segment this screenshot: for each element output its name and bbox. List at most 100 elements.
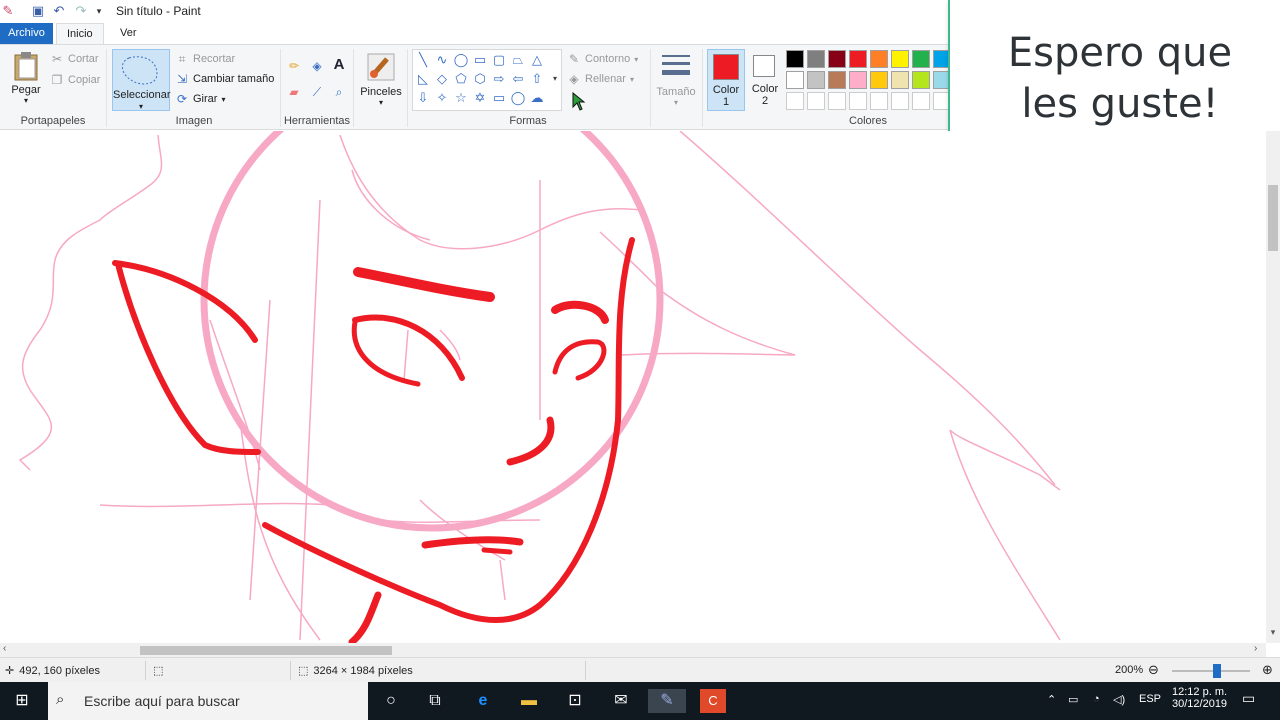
palette-color-swatch[interactable] <box>807 50 825 68</box>
arrow-up-shape-icon[interactable]: ⇧ <box>529 71 545 87</box>
customize-quick-access-icon[interactable]: ▾ <box>91 3 107 19</box>
undo-icon[interactable]: ↶ <box>51 3 67 19</box>
paste-button[interactable]: Pegar ▾ <box>8 51 44 105</box>
tab-view[interactable]: Ver <box>110 23 147 44</box>
taskbar-search-box[interactable]: ⌕ Escribe aquí para buscar <box>48 682 368 720</box>
custom-color-slot[interactable] <box>849 92 867 110</box>
palette-color-swatch[interactable] <box>786 50 804 68</box>
custom-color-slot[interactable] <box>870 92 888 110</box>
tab-home[interactable]: Inicio <box>56 23 104 44</box>
palette-color-swatch[interactable] <box>870 50 888 68</box>
hexagon-shape-icon[interactable]: ⬡ <box>472 71 488 87</box>
palette-color-swatch[interactable] <box>849 71 867 89</box>
shapes-scroll-icon[interactable]: ▾ <box>547 71 563 87</box>
palette-color-swatch[interactable] <box>870 71 888 89</box>
copy-button[interactable]: ❐ Copiar <box>50 73 101 87</box>
volume-icon[interactable]: ◁) <box>1113 693 1125 706</box>
pencil-icon[interactable]: ✏ <box>287 59 301 73</box>
task-view-icon[interactable]: ⧉ <box>423 689 447 713</box>
palette-color-swatch[interactable] <box>807 71 825 89</box>
custom-color-slot[interactable] <box>891 92 909 110</box>
crop-button[interactable]: ⌗ Recortar <box>175 52 236 66</box>
six-point-star-shape-icon[interactable]: ✡ <box>472 90 488 106</box>
scroll-left-icon[interactable]: ‹ <box>3 643 6 654</box>
palette-color-swatch[interactable] <box>849 50 867 68</box>
custom-color-slot[interactable] <box>786 92 804 110</box>
callout-rect-shape-icon[interactable]: ▭ <box>491 90 507 106</box>
five-point-star-shape-icon[interactable]: ☆ <box>453 90 469 106</box>
text-tool-icon[interactable]: A <box>332 57 346 72</box>
four-point-star-shape-icon[interactable]: ✧ <box>434 90 450 106</box>
show-hidden-icons-icon[interactable]: ⌃ <box>1047 693 1056 706</box>
palette-color-swatch[interactable] <box>786 71 804 89</box>
save-icon[interactable]: ▣ <box>30 3 46 19</box>
palette-color-swatch[interactable] <box>891 50 909 68</box>
scroll-down-icon[interactable]: ▾ <box>1266 627 1280 638</box>
resize-button[interactable]: ⇲ Cambiar tamaño <box>175 72 274 86</box>
callout-oval-shape-icon[interactable]: ◯ <box>510 90 526 106</box>
cloud-shape-icon[interactable]: ☁ <box>529 90 545 106</box>
rectangle-shape-icon[interactable]: ▭ <box>472 52 488 68</box>
pentagon-shape-icon[interactable]: ⬠ <box>453 71 469 87</box>
windows-start-icon[interactable]: ⊞ <box>10 689 34 713</box>
arrow-left-shape-icon[interactable]: ⇦ <box>510 71 526 87</box>
vertical-scroll-thumb[interactable] <box>1268 185 1278 251</box>
magnifier-icon[interactable]: ⌕ <box>332 85 346 99</box>
right-triangle-shape-icon[interactable]: ◺ <box>415 71 431 87</box>
scroll-right-icon[interactable]: › <box>1254 643 1257 654</box>
cut-button[interactable]: ✂ Cortar <box>50 52 99 66</box>
color2-button[interactable]: Color 2 <box>747 49 783 111</box>
custom-color-slot[interactable] <box>912 92 930 110</box>
diamond-shape-icon[interactable]: ◇ <box>434 71 450 87</box>
select-button[interactable]: Seleccionar ▾ <box>112 49 170 111</box>
palette-color-swatch[interactable] <box>891 71 909 89</box>
triangle-shape-icon[interactable]: △ <box>529 52 545 68</box>
rounded-rectangle-shape-icon[interactable]: ▢ <box>491 52 507 68</box>
camtasia-icon[interactable]: C <box>700 689 726 713</box>
custom-color-slot[interactable] <box>807 92 825 110</box>
outline-button[interactable]: ✎ Contorno ▾ <box>567 52 638 66</box>
color1-button[interactable]: Color 1 <box>707 49 745 111</box>
store-icon[interactable]: ⊡ <box>563 689 587 713</box>
eraser-icon[interactable]: ▰ <box>287 85 301 99</box>
zoom-out-icon[interactable]: ⊖ <box>1148 662 1159 678</box>
palette-color-swatch[interactable] <box>828 50 846 68</box>
edge-browser-icon[interactable]: e <box>471 689 495 713</box>
polygon-shape-icon[interactable]: ⏢ <box>510 52 526 68</box>
fill-button[interactable]: ◈ Rellenar ▾ <box>567 72 634 86</box>
cortana-icon[interactable]: ○ <box>379 689 403 713</box>
custom-color-slot[interactable] <box>828 92 846 110</box>
input-language[interactable]: ESP <box>1139 693 1161 705</box>
file-explorer-icon[interactable]: ▬ <box>517 689 541 713</box>
wifi-icon[interactable]: ◔ <box>1093 693 1100 705</box>
tab-file[interactable]: Archivo <box>0 23 53 44</box>
chevron-down-icon: ▾ <box>629 74 634 84</box>
palette-color-swatch[interactable] <box>912 50 930 68</box>
palette-color-swatch[interactable] <box>828 71 846 89</box>
battery-icon[interactable]: ▭ <box>1068 693 1078 706</box>
line-shape-icon[interactable]: ╲ <box>415 52 431 68</box>
color-picker-icon[interactable]: ⟋ <box>310 85 324 99</box>
paint-taskbar-icon[interactable]: ✎ <box>648 689 686 713</box>
fill-bucket-icon[interactable]: ◈ <box>310 59 324 73</box>
brushes-button[interactable]: Pinceles ▾ <box>358 51 404 107</box>
mail-icon[interactable]: ✉ <box>609 689 633 713</box>
action-center-icon[interactable]: ▭ <box>1242 690 1255 707</box>
drawing-canvas[interactable] <box>0 131 1266 643</box>
palette-color-swatch[interactable] <box>912 71 930 89</box>
size-button[interactable]: Tamaño ▾ <box>654 51 698 107</box>
arrow-down-shape-icon[interactable]: ⇩ <box>415 90 431 106</box>
arrow-right-shape-icon[interactable]: ⇨ <box>491 71 507 87</box>
outline-icon: ✎ <box>568 52 580 66</box>
vertical-scrollbar[interactable]: ▾ <box>1266 131 1280 643</box>
clock[interactable]: 12:12 p. m. 30/12/2019 <box>1172 686 1227 710</box>
zoom-in-icon[interactable]: ⊕ <box>1262 662 1273 678</box>
oval-shape-icon[interactable]: ◯ <box>453 52 469 68</box>
redo-icon[interactable]: ↷ <box>73 3 89 19</box>
horizontal-scrollbar[interactable]: ‹ › <box>0 643 1266 657</box>
zoom-slider-thumb[interactable] <box>1213 664 1221 678</box>
horizontal-scroll-thumb[interactable] <box>140 646 392 655</box>
curve-shape-icon[interactable]: ∿ <box>434 52 450 68</box>
rotate-button[interactable]: ⟳ Girar ▾ <box>175 92 226 106</box>
zoom-slider[interactable] <box>1172 670 1250 672</box>
